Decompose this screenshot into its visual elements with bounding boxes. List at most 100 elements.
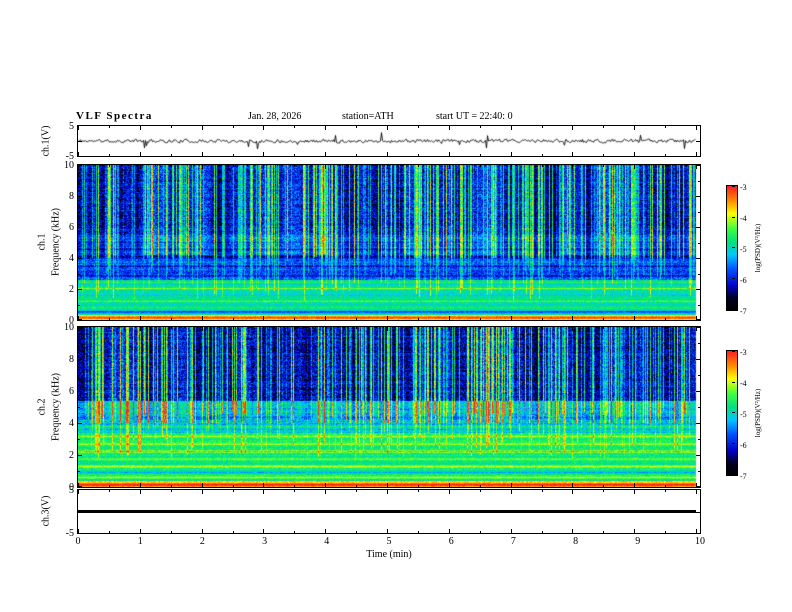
- axis-tick: [696, 486, 700, 487]
- axis-tick: [696, 529, 697, 533]
- axis-tick: [542, 126, 543, 128]
- axis-tick: [449, 327, 450, 331]
- axis-tick: [418, 165, 419, 167]
- axis-tick: [698, 407, 700, 408]
- axis-tick: [202, 152, 203, 156]
- x-tick-label: 7: [510, 536, 516, 547]
- axis-tick: [263, 316, 264, 320]
- x-tick-label: 6: [448, 536, 454, 547]
- ch2-spectrogram-channel-label: ch.2: [36, 398, 48, 416]
- axis-tick: [78, 141, 82, 142]
- axis-tick: [572, 490, 573, 494]
- axis-tick: [171, 126, 172, 128]
- ch1-spectrogram-canvas: [78, 165, 700, 320]
- colorbar-ch2-canvas: [727, 351, 737, 475]
- axis-tick: [480, 165, 481, 167]
- axis-tick: [572, 316, 573, 320]
- axis-tick: [294, 327, 295, 329]
- axis-tick: [511, 152, 512, 156]
- axis-tick: [511, 165, 512, 169]
- axis-tick: [263, 529, 264, 533]
- colorbar-tick-label: -6: [740, 275, 747, 285]
- axis-tick: [542, 485, 543, 487]
- axis-tick: [665, 531, 666, 533]
- axis-tick: [696, 359, 700, 360]
- axis-tick: [171, 490, 172, 492]
- ch1-waveform-panel: [77, 125, 701, 157]
- axis-tick: [202, 490, 203, 494]
- figure-start-ut: start UT = 22:40: 0: [436, 111, 513, 122]
- axis-tick: [78, 152, 79, 156]
- axis-tick: [696, 196, 700, 197]
- colorbar-ch2: [726, 350, 738, 476]
- axis-tick: [263, 152, 264, 156]
- axis-tick: [78, 471, 80, 472]
- freq-tick-label: 4: [69, 418, 74, 429]
- axis-tick: [109, 154, 110, 156]
- axis-tick: [418, 327, 419, 329]
- axis-tick: [263, 327, 264, 331]
- x-tick-label: 10: [695, 536, 705, 547]
- axis-tick: [356, 165, 357, 167]
- axis-tick: [449, 165, 450, 169]
- axis-tick: [418, 318, 419, 320]
- axis-tick: [603, 154, 604, 156]
- axis-tick: [325, 316, 326, 320]
- axis-tick: [233, 126, 234, 128]
- axis-tick: [634, 165, 635, 169]
- axis-tick: [511, 483, 512, 487]
- vlf-spectra-figure: VLF Spectra Jan. 28, 2026 station=ATH st…: [0, 0, 792, 612]
- axis-tick: [140, 165, 141, 169]
- axis-tick: [294, 165, 295, 167]
- axis-tick: [202, 126, 203, 130]
- axis-tick: [696, 391, 700, 392]
- x-tick-label: 8: [573, 536, 579, 547]
- axis-tick: [78, 455, 82, 456]
- axis-tick: [263, 483, 264, 487]
- axis-tick: [202, 483, 203, 487]
- axis-tick: [140, 126, 141, 130]
- axis-tick: [356, 318, 357, 320]
- axis-tick: [78, 529, 79, 533]
- x-tick-label: 5: [386, 536, 392, 547]
- axis-tick: [665, 490, 666, 492]
- ch3-voltage-axis-label: ch.3(V): [40, 495, 52, 527]
- axis-tick: [480, 318, 481, 320]
- axis-tick: [603, 485, 604, 487]
- axis-tick: [171, 318, 172, 320]
- axis-tick: [263, 490, 264, 494]
- axis-tick: [696, 319, 700, 320]
- axis-tick: [78, 305, 80, 306]
- axis-tick: [542, 318, 543, 320]
- axis-tick: [109, 531, 110, 533]
- ch2-spectrogram-canvas: [78, 327, 700, 487]
- colorbar-tick-label: -7: [740, 306, 747, 316]
- axis-tick: [603, 126, 604, 128]
- axis-tick: [263, 165, 264, 169]
- axis-tick: [325, 152, 326, 156]
- x-tick-label: 1: [137, 536, 143, 547]
- axis-tick: [294, 318, 295, 320]
- axis-tick: [140, 152, 141, 156]
- axis-tick: [698, 343, 700, 344]
- axis-tick: [449, 126, 450, 130]
- axis-tick: [732, 186, 735, 187]
- axis-tick: [387, 316, 388, 320]
- ch1-spectrogram-panel: [77, 164, 701, 321]
- axis-tick: [696, 512, 700, 513]
- axis-tick: [511, 529, 512, 533]
- axis-tick: [387, 529, 388, 533]
- ch2-spectrogram-panel: [77, 326, 701, 488]
- axis-tick: [634, 490, 635, 494]
- axis-tick: [572, 483, 573, 487]
- freq-tick-label: 2: [69, 284, 74, 295]
- axis-tick: [140, 316, 141, 320]
- axis-tick: [109, 490, 110, 492]
- axis-tick: [698, 305, 700, 306]
- axis-tick: [78, 274, 80, 275]
- axis-tick: [109, 126, 110, 128]
- axis-tick: [171, 327, 172, 329]
- ch3-flat-trace: [78, 510, 696, 513]
- axis-tick: [449, 529, 450, 533]
- axis-tick: [418, 154, 419, 156]
